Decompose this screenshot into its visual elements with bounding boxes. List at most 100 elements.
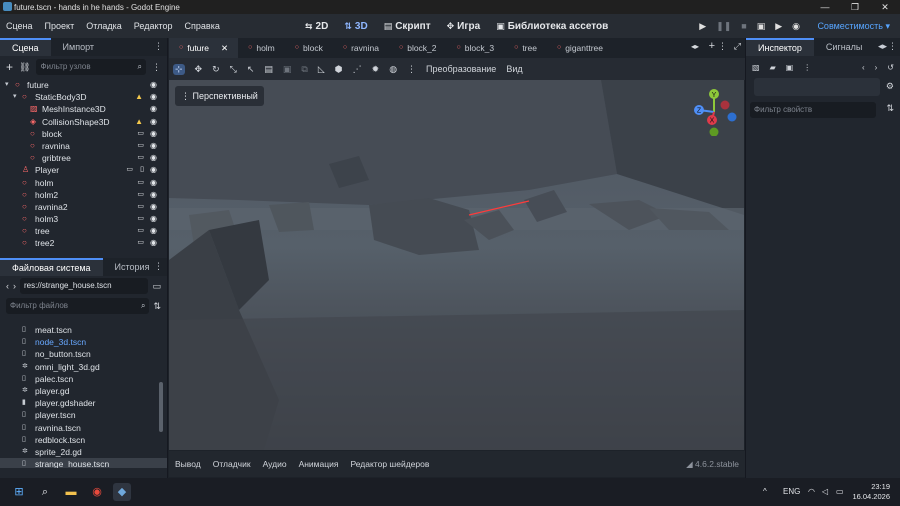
tree-row-staticbody3d[interactable]: ▾ ○ StaticBody3D ▲ ◉ <box>0 91 167 103</box>
workspace-asset-library-button[interactable]: ▣ Библиотека ассетов <box>496 21 608 32</box>
file-item-node-3d[interactable]: ▯ node_3d.tscn <box>0 336 167 348</box>
tree-row-tree[interactable]: ○ tree ▭ ◉ <box>0 225 167 237</box>
tab-inspector[interactable]: Инспектор <box>746 38 814 56</box>
split-view-icon[interactable]: ▭ <box>152 281 161 292</box>
tree-row-holm2[interactable]: ○ holm2 ▭ ◉ <box>0 189 167 201</box>
tree-row-ravnina2[interactable]: ○ ravnina2 ▭ ◉ <box>0 201 167 213</box>
new-resource-icon[interactable]: ▧ <box>752 63 760 72</box>
filter-options-icon[interactable]: ⇅ <box>886 103 894 114</box>
view-menu[interactable]: Вид <box>506 64 522 74</box>
chevron-down-icon[interactable]: ▾ <box>13 91 17 103</box>
visibility-eye-icon[interactable]: ◉ <box>150 213 157 225</box>
group-icon[interactable]: ⧉ <box>301 64 307 75</box>
tab-block[interactable]: ○ block <box>285 38 333 58</box>
tab-scene[interactable]: Сцена <box>0 38 51 56</box>
menu-editor[interactable]: Редактор <box>128 21 179 31</box>
open-in-editor-icon[interactable]: ▭ <box>137 128 144 140</box>
open-in-editor-icon[interactable]: ▭ <box>137 152 144 164</box>
node-filter-input[interactable]: Фильтр узлов ⌕ <box>36 59 146 75</box>
visibility-eye-icon[interactable]: ◉ <box>150 177 157 189</box>
more-icon[interactable]: ⋮ <box>803 63 811 72</box>
volume-icon[interactable]: ◁ <box>822 478 828 506</box>
move-mode-icon[interactable]: ✥ <box>195 64 203 75</box>
file-item-omni-light[interactable]: ✲ omni_light_3d.gd <box>0 361 167 373</box>
tree-row-player[interactable]: ♙ Player ▭ ▯ ◉ <box>0 164 167 176</box>
tab-tree[interactable]: ○ tree <box>504 38 547 58</box>
measure-icon[interactable]: ◺ <box>318 64 325 75</box>
rotate-mode-icon[interactable]: ↻ <box>212 64 220 75</box>
visibility-eye-icon[interactable]: ◉ <box>150 152 157 164</box>
play-icon[interactable]: ▶ <box>699 21 706 32</box>
workspace-script-button[interactable]: ▤ Скрипт <box>384 21 431 32</box>
scrollbar[interactable] <box>159 382 163 432</box>
open-in-editor-icon[interactable]: ▭ <box>137 140 144 152</box>
visibility-eye-icon[interactable]: ◉ <box>150 103 157 115</box>
distraction-free-icon[interactable]: ⤢ <box>734 41 741 52</box>
tab-history[interactable]: История <box>103 258 162 276</box>
visibility-eye-icon[interactable]: ◉ <box>150 164 157 176</box>
sun-icon[interactable]: ✹ <box>372 64 380 75</box>
tree-row-block[interactable]: ○ block ▭ ◉ <box>0 128 167 140</box>
visibility-eye-icon[interactable]: ◉ <box>150 79 157 91</box>
visibility-eye-icon[interactable]: ◉ <box>150 201 157 213</box>
tab-list-icon[interactable]: ⋮ <box>718 41 727 52</box>
save-icon[interactable]: ▣ <box>786 63 794 72</box>
visibility-eye-icon[interactable]: ◉ <box>150 91 157 103</box>
scale-mode-icon[interactable]: ⤡ <box>230 64 237 75</box>
open-in-editor-icon[interactable]: ▭ <box>126 164 133 176</box>
file-item-ravnina[interactable]: ▯ ravnina.tscn <box>0 422 167 434</box>
tab-scroll-icon[interactable]: ◂▸ <box>691 42 699 51</box>
tree-row-holm3[interactable]: ○ holm3 ▭ ◉ <box>0 213 167 225</box>
select-mode-icon[interactable]: ⊹ <box>173 63 185 75</box>
file-item-redblock[interactable]: ▯ redblock.tscn <box>0 434 167 446</box>
renderer-select[interactable]: Совместимость ▾ <box>817 14 890 38</box>
open-in-editor-icon[interactable]: ▭ <box>137 189 144 201</box>
more-icon[interactable]: ⋮ <box>152 62 161 73</box>
file-item-player-tscn[interactable]: ▯ player.tscn <box>0 409 167 421</box>
sort-icon[interactable]: ⇅ <box>153 301 161 312</box>
object-selector[interactable] <box>754 78 880 96</box>
transform-menu[interactable]: Преобразование <box>426 64 496 74</box>
dock-menu-icon[interactable]: ⋮ <box>888 41 897 52</box>
file-item-player-gdshader[interactable]: ▮ player.gdshader <box>0 397 167 409</box>
add-node-icon[interactable]: + <box>6 60 13 74</box>
movie-maker-icon[interactable]: ◉ <box>792 21 800 32</box>
workspace-2d-button[interactable]: ⇆ 2D <box>305 21 328 32</box>
minimize-button[interactable]: — <box>810 0 840 14</box>
wifi-icon[interactable]: ◠ <box>808 478 815 506</box>
visibility-eye-icon[interactable]: ◉ <box>150 237 157 249</box>
open-in-editor-icon[interactable]: ▭ <box>137 237 144 249</box>
visibility-eye-icon[interactable]: ◉ <box>150 116 157 128</box>
tab-scroll-icon[interactable]: ◂▸ <box>878 41 887 52</box>
tree-row-tree2[interactable]: ○ tree2 ▭ ◉ <box>0 237 167 249</box>
shader-editor-tab[interactable]: Редактор шейдеров <box>344 459 435 469</box>
dock-menu-icon[interactable]: ⋮ <box>154 41 163 52</box>
tree-row-collisionshape3d[interactable]: ◈ CollisionShape3D ▲ ◉ <box>0 116 167 128</box>
link-icon[interactable]: ⛓ <box>19 62 30 73</box>
environment-icon[interactable]: ◍ <box>389 64 397 75</box>
animation-tab[interactable]: Анимация <box>293 459 345 469</box>
file-item-no-button[interactable]: ▯ no_button.tscn <box>0 348 167 360</box>
open-in-editor-icon[interactable]: ▭ <box>137 213 144 225</box>
pause-icon[interactable]: ❚❚ <box>716 21 731 32</box>
maximize-button[interactable]: ❐ <box>840 0 870 14</box>
history-back-icon[interactable]: ‹ <box>862 63 865 72</box>
add-tab-icon[interactable]: + <box>709 40 715 52</box>
warning-icon[interactable]: ▲ <box>135 91 143 103</box>
tab-block-2[interactable]: ○ block_2 <box>389 38 447 58</box>
orientation-gizmo[interactable]: Y Z X <box>689 86 739 136</box>
tab-giganttree[interactable]: ○ giganttree <box>547 38 613 58</box>
audio-tab[interactable]: Аудио <box>257 459 293 469</box>
history-icon[interactable]: ↺ <box>887 63 894 72</box>
menu-project[interactable]: Проект <box>39 21 81 31</box>
workspace-3d-button[interactable]: ⇅ 3D <box>344 21 367 32</box>
file-item-player-gd[interactable]: ✲ player.gd <box>0 385 167 397</box>
play-scene-icon[interactable]: ▣ <box>757 21 766 32</box>
tab-future[interactable]: ○ future ✕ <box>169 38 239 58</box>
tree-row-gribtree[interactable]: ○ gribtree ▭ ◉ <box>0 152 167 164</box>
file-item-strange-house[interactable]: ▯ strange_house.tscn <box>0 458 167 468</box>
file-explorer-icon[interactable]: ▬ <box>62 483 80 501</box>
dock-menu-icon[interactable]: ⋮ <box>154 261 163 272</box>
history-forward-icon[interactable]: › <box>875 63 878 72</box>
file-item-meat[interactable]: ▯ meat.tscn <box>0 324 167 336</box>
